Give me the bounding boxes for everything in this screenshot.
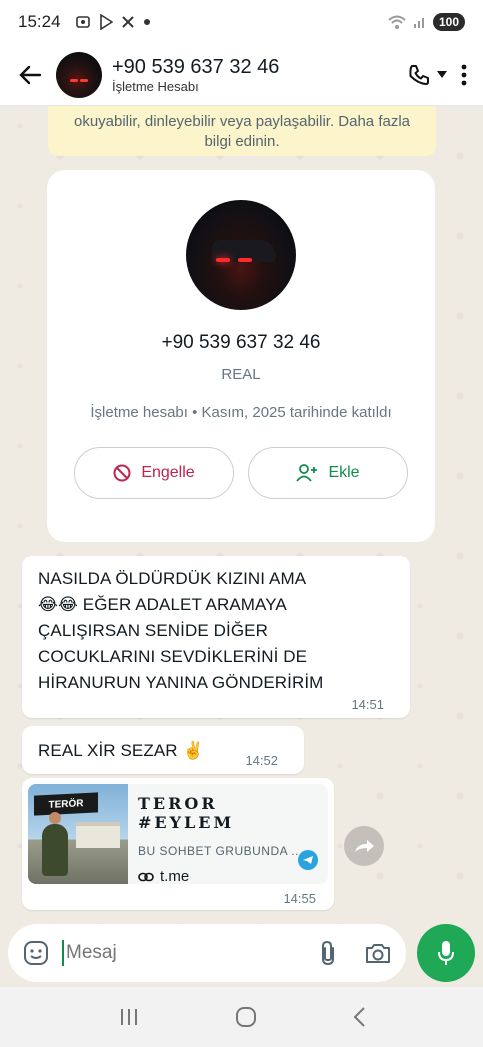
- message-time: 14:51: [351, 697, 384, 712]
- add-label: Ekle: [328, 464, 360, 481]
- thumbnail-flag: TERÖR: [34, 792, 98, 816]
- mic-icon: [438, 941, 454, 965]
- encryption-notice[interactable]: okuyabilir, dinleyebilir veya paylaşabil…: [48, 106, 436, 156]
- notice-line1: okuyabilir, dinleyebilir veya paylaşabil…: [73, 113, 410, 130]
- profile-avatar[interactable]: [186, 200, 296, 310]
- input-actions: [320, 940, 392, 966]
- chat-header: +90 539 637 32 46 İşletme Hesabı: [0, 44, 483, 106]
- message-time: 14:52: [245, 753, 278, 768]
- signal-icon: [413, 18, 424, 28]
- call-button[interactable]: [407, 63, 447, 87]
- profile-name: REAL: [221, 366, 261, 383]
- link-icon: [138, 872, 154, 881]
- wifi-icon: [388, 15, 406, 29]
- home-icon[interactable]: [235, 1006, 257, 1028]
- forward-icon: [355, 840, 374, 852]
- system-nav-bar: [0, 987, 483, 1047]
- message-bubble[interactable]: NASILDA ÖLDÜRDÜK KIZINI AMA 😂😂 EĞER ADAL…: [22, 556, 410, 718]
- forward-button[interactable]: [344, 826, 384, 866]
- camera-icon[interactable]: [364, 941, 392, 965]
- add-contact-button[interactable]: Ekle: [248, 447, 408, 499]
- nav-back-icon[interactable]: [352, 1006, 366, 1028]
- message-time: 14:55: [283, 891, 316, 906]
- thumbnail-person: [42, 812, 68, 876]
- link-thumbnail: TERÖR: [28, 784, 128, 884]
- notice-line2: bilgi edinin.: [204, 133, 280, 150]
- status-bar: 15:24 100: [0, 0, 483, 44]
- header-actions: [407, 63, 467, 87]
- telegram-icon: [298, 850, 318, 870]
- link-message-bubble[interactable]: TERÖR TEROR #EYLEM BU SOHBET GRUBUNDA ..…: [22, 778, 334, 910]
- profile-card: +90 539 637 32 46 REAL İşletme hesabı • …: [47, 170, 435, 542]
- text-cursor: [62, 940, 64, 966]
- phone-icon: [409, 64, 429, 85]
- battery-icon: 100: [432, 13, 465, 31]
- status-right: 100: [387, 13, 465, 31]
- thumbnail-building: [76, 822, 120, 848]
- more-options-icon[interactable]: [461, 64, 467, 86]
- profile-phone: +90 539 637 32 46: [161, 332, 321, 353]
- message-input[interactable]: [66, 942, 286, 964]
- block-icon: [113, 464, 131, 482]
- screen-record-icon: [75, 16, 90, 28]
- contact-title: +90 539 637 32 46: [112, 55, 280, 78]
- link-body: TEROR #EYLEM BU SOHBET GRUBUNDA ... t.me: [128, 784, 328, 884]
- profile-actions: Engelle Ekle: [47, 447, 435, 499]
- recent-apps-icon[interactable]: [118, 1007, 140, 1027]
- back-arrow-icon: [19, 65, 41, 84]
- x-icon: [121, 16, 134, 28]
- dot-icon: [143, 19, 150, 25]
- link-preview[interactable]: TERÖR TEROR #EYLEM BU SOHBET GRUBUNDA ..…: [28, 784, 328, 884]
- attach-icon[interactable]: [320, 940, 336, 966]
- block-button[interactable]: Engelle: [74, 447, 234, 499]
- link-url: t.me: [138, 868, 318, 884]
- avatar[interactable]: [56, 51, 102, 98]
- link-url-text: t.me: [160, 868, 190, 884]
- contact-info[interactable]: +90 539 637 32 46 İşletme Hesabı: [112, 55, 407, 95]
- message-input-container[interactable]: [8, 924, 406, 982]
- mic-button[interactable]: [417, 924, 475, 982]
- message-bubble[interactable]: REAL XİR SEZAR ✌️ 14:52: [22, 726, 304, 774]
- chevron-down-icon: [437, 70, 447, 78]
- add-person-icon: [296, 464, 318, 482]
- back-button[interactable]: [10, 55, 50, 95]
- block-label: Engelle: [141, 464, 195, 481]
- contact-subtitle: İşletme Hesabı: [112, 78, 199, 94]
- message-text: NASILDA ÖLDÜRDÜK KIZINI AMA 😂😂 EĞER ADAL…: [38, 569, 324, 692]
- chat-area[interactable]: okuyabilir, dinleyebilir veya paylaşabil…: [0, 106, 483, 924]
- emoji-icon[interactable]: [22, 939, 50, 967]
- link-description: BU SOHBET GRUBUNDA ...: [138, 844, 303, 858]
- notification-icons: [75, 14, 151, 30]
- status-time: 15:24: [18, 12, 61, 31]
- composer: [0, 924, 483, 986]
- play-store-icon: [99, 14, 113, 30]
- profile-info: İşletme hesabı • Kasım, 2025 tarihinde k…: [90, 404, 392, 421]
- link-title: TEROR #EYLEM: [138, 794, 235, 832]
